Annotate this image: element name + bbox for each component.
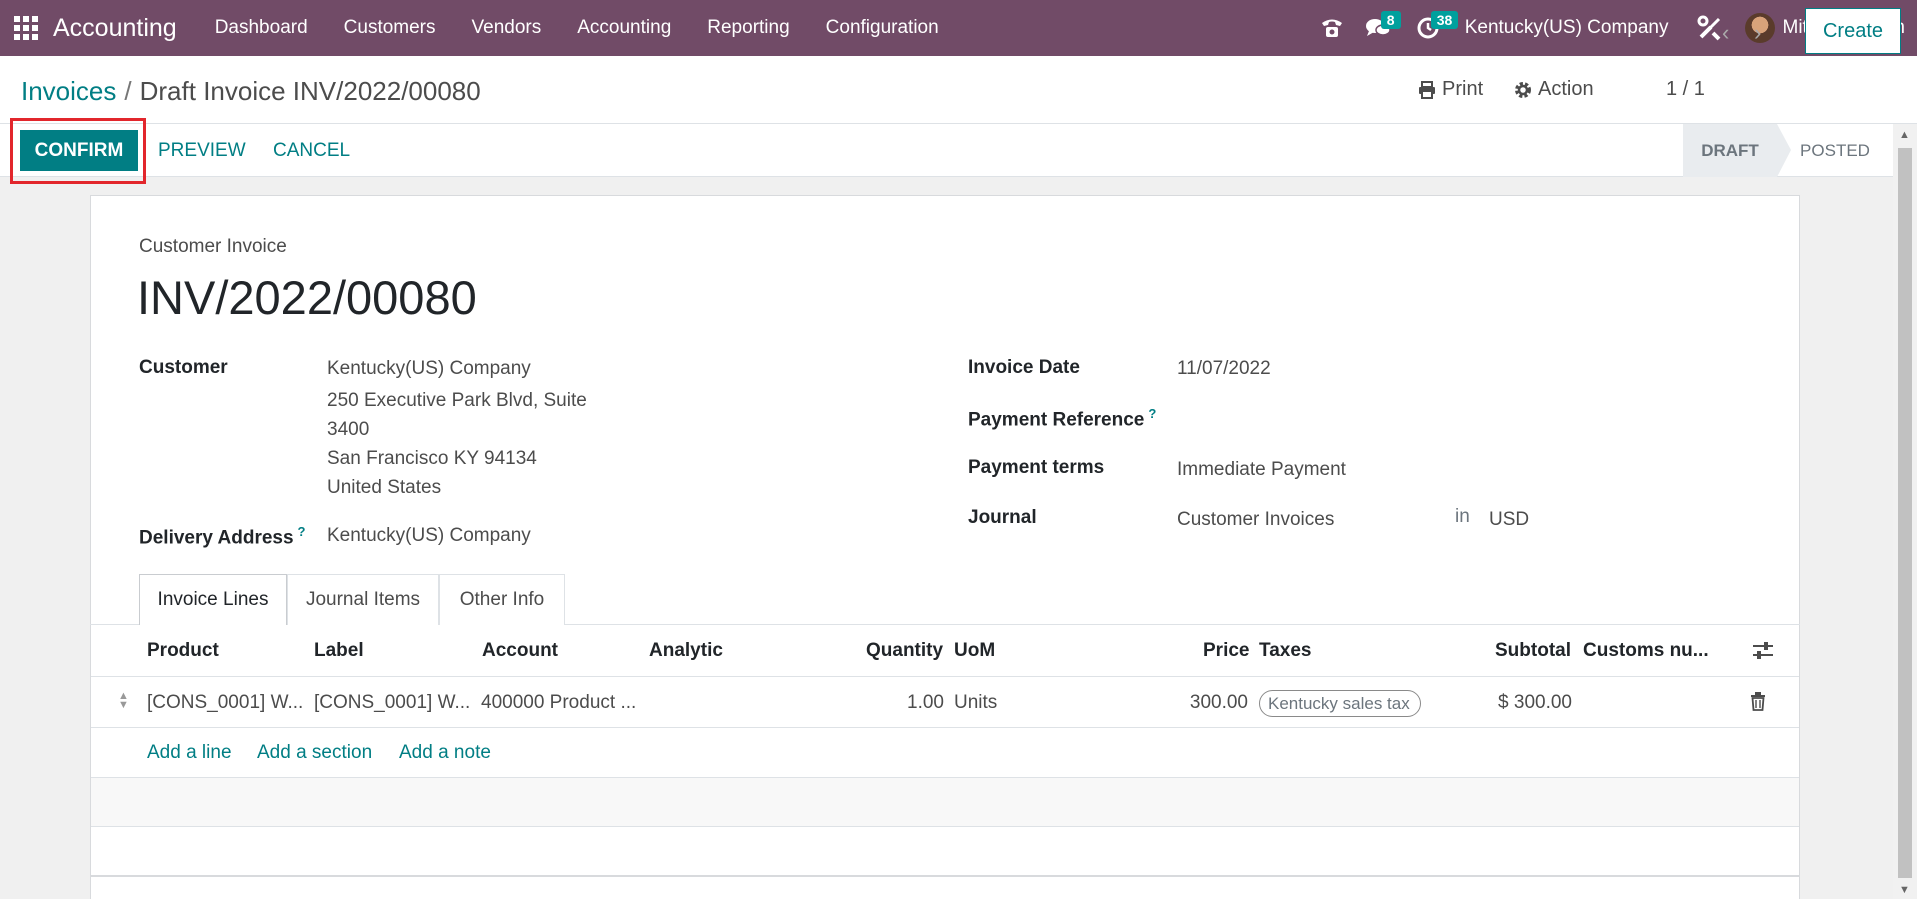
column-header-price[interactable]: Price (1203, 640, 1249, 662)
customer-label: Customer (139, 357, 228, 378)
cancel-button[interactable]: CANCEL (273, 140, 350, 162)
breadcrumb-current: Draft Invoice INV/2022/00080 (139, 76, 481, 106)
column-header-quantity[interactable]: Quantity (866, 640, 943, 662)
payment-reference-label-text: Payment Reference (968, 409, 1145, 431)
add-line-link[interactable]: Add a line (147, 742, 232, 764)
tab-other-info[interactable]: Other Info (439, 574, 565, 625)
cell-account[interactable]: 400000 Product ... (481, 692, 636, 714)
pager-value[interactable]: 1 / 1 (1666, 78, 1705, 101)
print-label: Print (1442, 78, 1484, 100)
breadcrumb: Invoices / Draft Invoice INV/2022/00080 (21, 76, 481, 107)
invoice-number: INV/2022/00080 (137, 271, 477, 324)
menu-configuration[interactable]: Configuration (808, 17, 957, 39)
delivery-address-field[interactable]: Kentucky(US) Company (327, 525, 531, 547)
breadcrumb-invoices-link[interactable]: Invoices (21, 76, 116, 106)
help-icon[interactable]: ? (1148, 406, 1156, 421)
help-icon[interactable]: ? (298, 524, 306, 539)
empty-table-row (91, 778, 1799, 826)
cell-uom[interactable]: Units (954, 692, 997, 714)
tax-tag[interactable]: Kentucky sales tax (1259, 690, 1421, 717)
control-panel: Invoices / Draft Invoice INV/2022/00080 Pr… (0, 56, 1917, 124)
delivery-address-label-text: Delivery Address (139, 527, 294, 549)
app-name[interactable]: Accounting (53, 14, 177, 43)
stage-draft[interactable]: DRAFT (1683, 124, 1777, 177)
cell-label[interactable]: [CONS_0001] W... (314, 692, 470, 714)
column-header-product[interactable]: Product (147, 640, 219, 662)
drag-handle-icon[interactable]: ▲ ▼ (118, 691, 129, 711)
column-header-uom[interactable]: UoM (954, 640, 995, 662)
column-header-taxes[interactable]: Taxes (1259, 640, 1311, 662)
address-line: San Francisco KY 94134 (327, 448, 537, 469)
gear-icon (1515, 81, 1531, 98)
activities-badge: 38 (1430, 11, 1459, 29)
column-header-subtotal[interactable]: Subtotal (1495, 640, 1571, 662)
scrollbar-thumb[interactable] (1898, 148, 1912, 878)
create-button[interactable]: Create (1805, 8, 1901, 54)
column-header-customs-number[interactable]: Customs nu... (1583, 640, 1709, 662)
table-footer-separator (91, 875, 1799, 877)
invoice-type-label: Customer Invoice (139, 236, 287, 257)
column-header-analytic[interactable]: Analytic (649, 640, 723, 662)
menu-customers[interactable]: Customers (326, 17, 454, 39)
invoice-date-label: Invoice Date (968, 357, 1080, 378)
print-button[interactable]: Print (1418, 78, 1483, 101)
menu-reporting[interactable]: Reporting (689, 17, 807, 39)
action-button[interactable]: Action (1514, 78, 1594, 101)
cell-quantity[interactable]: 1.00 (896, 692, 944, 714)
menu-accounting[interactable]: Accounting (559, 17, 689, 39)
journal-label: Journal (968, 507, 1037, 528)
tab-invoice-lines[interactable]: Invoice Lines (139, 574, 287, 625)
breadcrumb-separator: / (124, 76, 132, 106)
customer-field[interactable]: Kentucky(US) Company (327, 358, 531, 380)
company-switcher[interactable]: Kentucky(US) Company (1465, 17, 1669, 39)
add-note-link[interactable]: Add a note (399, 742, 491, 764)
payment-terms-field[interactable]: Immediate Payment (1177, 459, 1346, 481)
column-settings-icon[interactable] (1752, 640, 1774, 667)
menu-vendors[interactable]: Vendors (454, 17, 560, 39)
trash-icon[interactable] (1750, 692, 1766, 716)
print-icon (1419, 80, 1435, 99)
app-grid-icon[interactable] (13, 15, 39, 41)
cell-price[interactable]: 300.00 (1182, 692, 1248, 714)
delivery-address-label: Delivery Address? (139, 524, 306, 549)
chevron-right-icon[interactable]: › (1754, 20, 1761, 46)
add-section-link[interactable]: Add a section (257, 742, 372, 764)
stage-posted[interactable]: POSTED (1777, 124, 1893, 177)
top-navbar: Accounting Dashboard Customers Vendors A… (0, 0, 1917, 56)
scroll-down-arrow-icon[interactable]: ▼ (1899, 884, 1910, 896)
column-header-account[interactable]: Account (482, 640, 558, 662)
cell-product[interactable]: [CONS_0001] W... (147, 692, 303, 714)
messages-icon[interactable]: 8 (1361, 11, 1401, 45)
in-label: in (1455, 506, 1470, 527)
address-line: 250 Executive Park Blvd, Suite (327, 390, 587, 411)
activity-clock-icon[interactable]: 38 (1411, 11, 1459, 45)
preview-button[interactable]: PREVIEW (158, 140, 246, 162)
journal-field[interactable]: Customer Invoices (1177, 509, 1334, 531)
table-header-separator (91, 676, 1799, 677)
cell-subtotal: $ 300.00 (1498, 692, 1572, 713)
menu-dashboard[interactable]: Dashboard (197, 17, 326, 39)
payment-reference-label: Payment Reference? (968, 406, 1156, 431)
phone-icon[interactable] (1315, 11, 1349, 45)
payment-reference-field[interactable] (1177, 408, 1497, 432)
address-line: 3400 (327, 419, 370, 440)
address-line: United States (327, 477, 442, 498)
table-row-separator (91, 727, 1799, 728)
action-label: Action (1538, 78, 1594, 100)
tab-journal-items[interactable]: Journal Items (287, 574, 439, 625)
column-header-label[interactable]: Label (314, 640, 364, 662)
scroll-up-arrow-icon[interactable]: ▲ (1899, 129, 1910, 141)
invoice-date-field[interactable]: 11/07/2022 (1177, 358, 1271, 380)
payment-terms-label: Payment terms (968, 457, 1105, 478)
currency-field[interactable]: USD (1489, 509, 1529, 531)
table-row-separator (91, 826, 1799, 827)
messages-badge: 8 (1380, 11, 1401, 29)
chevron-left-icon[interactable]: ‹ (1722, 20, 1729, 46)
confirm-highlight-annotation (10, 118, 146, 184)
